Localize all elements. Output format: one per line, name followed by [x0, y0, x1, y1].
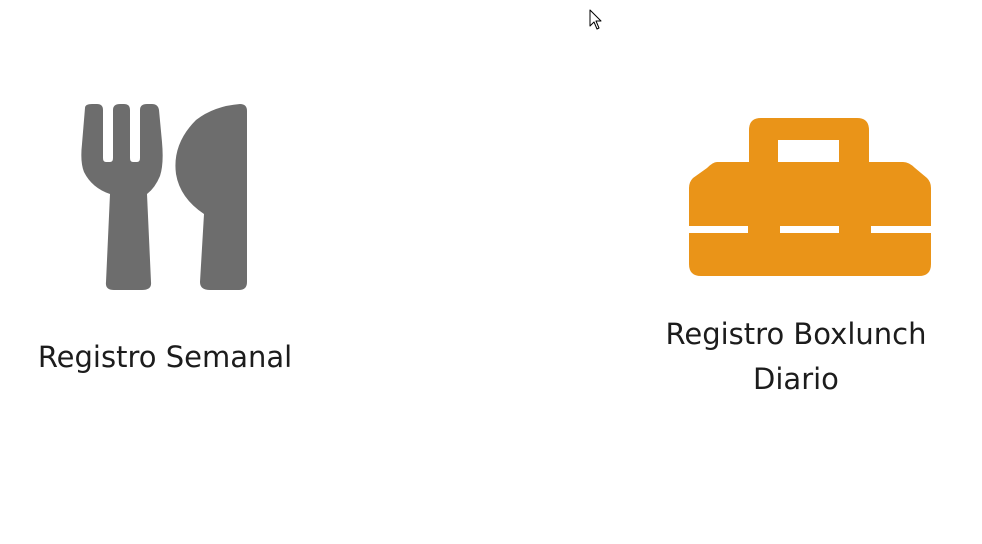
- weekly-registry-tile[interactable]: Registro Semanal: [20, 90, 310, 390]
- daily-boxlunch-registry-label: Registro Boxlunch Diario: [665, 317, 927, 396]
- fork-knife-icon: [80, 102, 262, 290]
- app-screen: Registro Semanal Registro Boxlunch Diari…: [0, 0, 982, 544]
- daily-boxlunch-registry-tile[interactable]: Registro Boxlunch Diario: [640, 100, 952, 410]
- weekly-registry-label: Registro Semanal: [37, 340, 293, 374]
- toolbox-icon: [687, 116, 933, 276]
- mouse-pointer-icon: [589, 9, 603, 31]
